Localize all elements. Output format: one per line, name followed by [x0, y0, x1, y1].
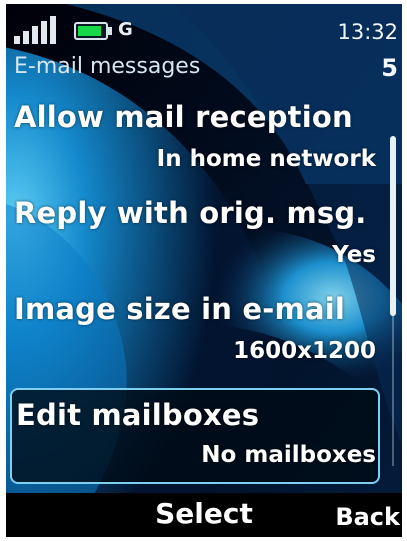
setting-image-size[interactable]: Image size in e-mail 1600x1200: [6, 292, 394, 386]
setting-value: Yes: [332, 242, 376, 268]
scrollbar[interactable]: [390, 136, 396, 466]
setting-value: No mailboxes: [201, 442, 376, 468]
scrollbar-thumb[interactable]: [390, 136, 396, 316]
setting-value: In home network: [156, 146, 376, 172]
back-softkey[interactable]: Back: [335, 503, 400, 531]
setting-value: 1600x1200: [233, 338, 376, 364]
clock: 13:32: [337, 20, 398, 44]
signal-strength-icon: [14, 16, 66, 44]
battery-tip: [108, 27, 112, 35]
softkey-bar: Select Back: [6, 493, 402, 537]
setting-allow-mail-reception[interactable]: Allow mail reception In home network: [6, 100, 394, 194]
header: E-mail messages 5: [6, 54, 402, 88]
setting-label: Reply with orig. msg.: [14, 196, 367, 230]
setting-edit-mailboxes[interactable]: Edit mailboxes No mailboxes: [10, 388, 380, 484]
page-title: E-mail messages: [14, 54, 201, 79]
battery-icon: [74, 22, 108, 40]
network-indicator: G: [118, 19, 133, 40]
setting-reply-with-original[interactable]: Reply with orig. msg. Yes: [6, 196, 394, 290]
setting-label: Allow mail reception: [14, 100, 353, 134]
item-count: 5: [381, 54, 398, 82]
setting-label: Image size in e-mail: [14, 292, 346, 326]
setting-label: Edit mailboxes: [16, 398, 260, 432]
status-bar: G 13:32: [6, 4, 402, 50]
phone-screen: G 13:32 E-mail messages 5 Allow mail rec…: [6, 4, 402, 537]
